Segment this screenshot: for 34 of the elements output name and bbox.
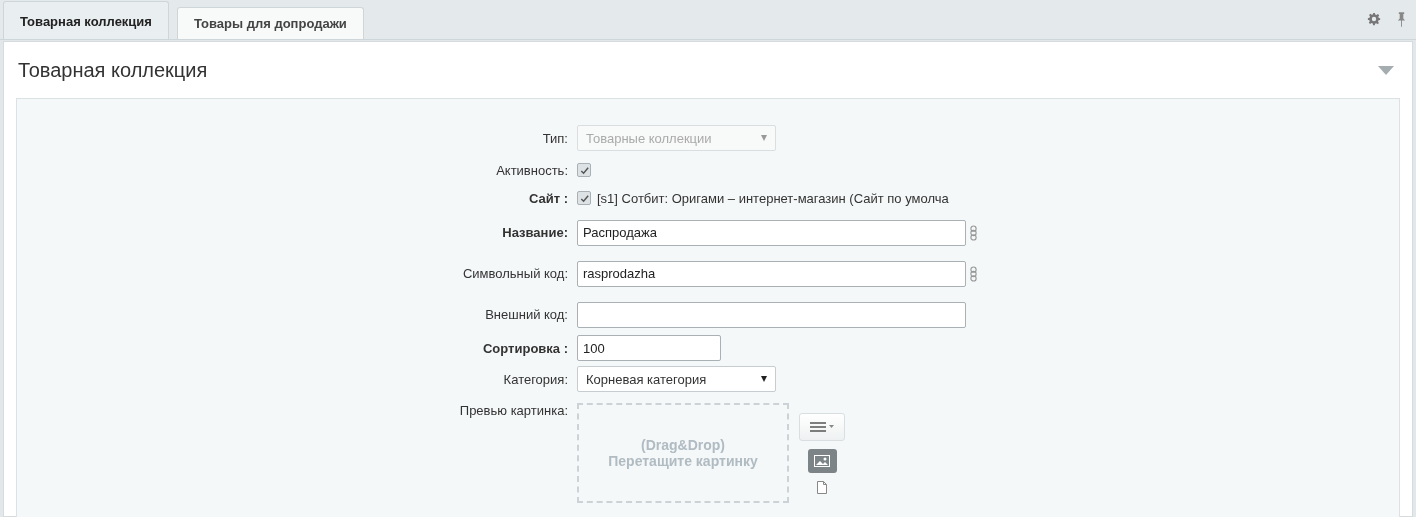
tab[interactable]: Товарная коллекция [3,1,169,39]
field-label: Название: [502,225,568,240]
image-icon [814,454,830,467]
section-title: Товарная коллекция [18,58,208,82]
field-label: Тип: [542,130,568,146]
field-label: Внешний код: [485,307,568,322]
input-field[interactable] [577,301,966,328]
settings-icon[interactable] [1367,12,1381,26]
field-label: Символьный код: [462,266,568,281]
collapse-icon[interactable] [1378,65,1394,75]
drop-hint: Перетащите картинку [608,453,758,469]
chain-link-icon[interactable] [970,264,977,283]
field-label: Сайт : [528,190,568,206]
dropdown[interactable]: Корневая категория [577,366,776,392]
field-label: Сортировка : [483,340,568,356]
checkbox[interactable] [577,191,591,205]
checkbox-label: [s1] Сотбит: Оригами – интернет-магазин (Сайт по умолча [597,190,949,206]
image-button[interactable] [807,448,837,473]
chain-link-icon[interactable] [970,223,977,242]
field-label: Активность: [496,162,568,178]
input-field[interactable]: Распродажа [577,219,966,246]
field-label: Превью картинка: [459,403,568,418]
caret-icon [761,135,767,141]
menu-caret-icon [810,421,834,432]
field-label: Категория: [503,371,568,387]
file-icon[interactable] [817,480,827,494]
checkbox[interactable] [577,163,591,177]
input-field[interactable]: rasprodazha [577,260,966,287]
drop-hint: (Drag&Drop) [641,437,725,453]
caret-icon [761,376,767,382]
pin-icon[interactable] [1397,11,1406,27]
input-field[interactable]: 100 [577,335,721,361]
menu-button[interactable] [799,412,845,441]
tab[interactable]: Товары для допродажи [176,7,364,39]
